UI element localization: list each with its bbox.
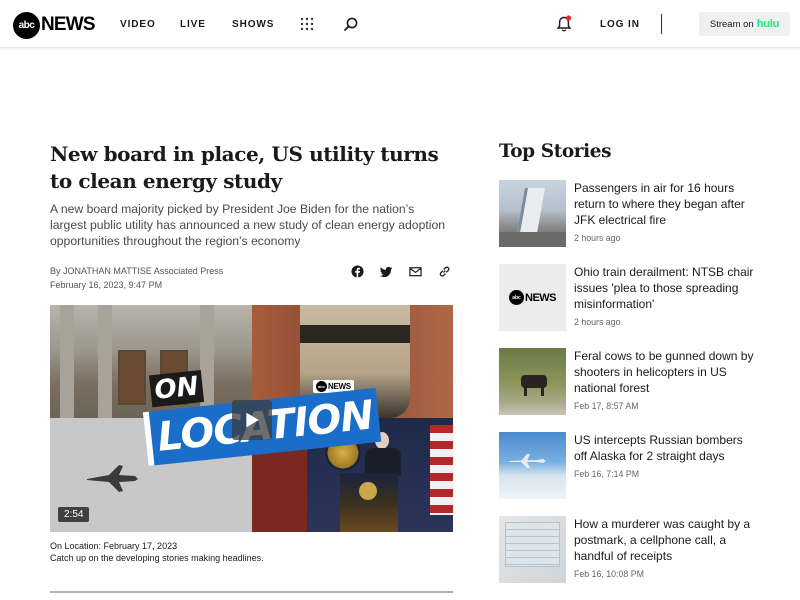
fighter-jet-image [87, 465, 138, 492]
story-time: Feb 17, 8:57 AM [574, 401, 639, 411]
article-divider [50, 591, 453, 593]
story-headline: Ohio train derailment: NTSB chair issues… [574, 265, 754, 311]
story-headline: Feral cows to be gunned down by shooters… [574, 349, 754, 395]
nav-live-label: LIVE [180, 18, 206, 30]
cow-leg [541, 387, 544, 396]
building-column [98, 305, 112, 418]
building-column [60, 305, 74, 418]
login-button[interactable]: LOG IN [600, 0, 640, 48]
thumb-logo-word: NEWS [525, 291, 557, 304]
thumb-logo-circle: abc [509, 290, 524, 305]
hulu-logo: hulu [756, 18, 780, 30]
article-dek: A new board majority picked by President… [50, 202, 445, 248]
nav-shows-label: SHOWS [232, 18, 275, 30]
bomber-plane-image [509, 454, 546, 468]
story-thumbnail [499, 180, 566, 247]
podium-seal [359, 482, 377, 500]
byline-author[interactable]: JONATHAN MATTISE [63, 266, 152, 276]
article-byline: By JONATHAN MATTISE Associated Press Feb… [50, 264, 223, 292]
video-player[interactable]: abc NEWS ON LOCATION 2:54 [50, 305, 453, 532]
story-thumbnail: abc NEWS [499, 264, 566, 331]
bell-icon[interactable] [556, 15, 572, 33]
logo-wordmark: NEWS [41, 14, 96, 35]
video-duration: 2:54 [58, 507, 90, 522]
road [499, 232, 566, 247]
twitter-icon[interactable] [379, 264, 393, 278]
cow-leg [524, 387, 527, 396]
story-time: Feb 16, 7:14 PM [574, 469, 640, 479]
stream-on-hulu-button[interactable]: Stream on hulu [699, 12, 790, 36]
story-thumbnail [499, 516, 566, 583]
officer-belt [300, 325, 410, 343]
nav-live[interactable]: LIVE [180, 0, 206, 48]
share-toolbar [350, 264, 451, 278]
login-label: LOG IN [600, 18, 640, 30]
us-flag [430, 425, 453, 515]
search-icon[interactable] [343, 16, 359, 32]
video-caption: On Location: February 17, 2023 Catch up … [50, 540, 264, 564]
play-button[interactable] [232, 400, 272, 440]
abc-news-logo[interactable]: abc NEWS [13, 11, 96, 39]
airport-building [517, 188, 545, 233]
story-thumbnail [499, 432, 566, 499]
video-caption-text: Catch up on the developing stories makin… [50, 553, 264, 563]
article-date: February 16, 2023, 9:47 PM [50, 280, 163, 290]
grid-icon[interactable] [300, 17, 314, 31]
email-icon[interactable] [408, 264, 422, 278]
story-headline: US intercepts Russian bombers off Alaska… [574, 433, 743, 463]
top-stories-title: Top Stories [499, 141, 612, 162]
speaker-body [365, 448, 401, 476]
stream-label: Stream on [709, 18, 754, 30]
story-time: 2 hours ago [574, 233, 621, 243]
byline-source: Associated Press [153, 266, 224, 276]
facebook-icon[interactable] [350, 264, 364, 278]
article-headline[interactable]: New board in place, US utility turns to … [50, 141, 450, 195]
video-caption-title: On Location: February 17, 2023 [50, 541, 178, 551]
byline-prefix: By [50, 266, 61, 276]
site-header: abc NEWS VIDEO LIVE SHOWS LOG IN Stream … [0, 0, 800, 48]
story-time: Feb 16, 10:08 PM [574, 569, 644, 579]
nav-video-label: VIDEO [120, 18, 156, 30]
story-thumbnail [499, 348, 566, 415]
story-time: 2 hours ago [574, 317, 621, 327]
nav-shows[interactable]: SHOWS [232, 0, 274, 48]
postmark-card [505, 522, 560, 567]
on-location-line1: ON [149, 370, 204, 408]
play-icon [246, 412, 259, 428]
story-headline: How a murderer was caught by a postmark,… [574, 517, 751, 563]
story-headline: Passengers in air for 16 hours return to… [574, 181, 745, 227]
header-divider [661, 14, 662, 34]
nav-video[interactable]: VIDEO [120, 0, 156, 48]
abc-logo-circle: abc [13, 11, 40, 39]
link-icon[interactable] [437, 264, 451, 278]
